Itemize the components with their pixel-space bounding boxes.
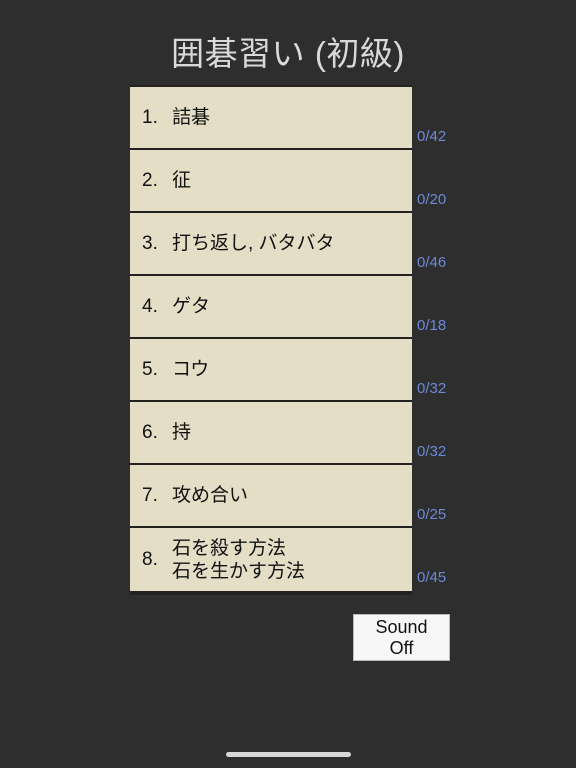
lesson-label: ゲタ	[172, 296, 211, 317]
lesson-number: 4.	[142, 296, 158, 317]
lesson-label: 持	[172, 422, 192, 443]
list-item[interactable]: 1. 詰碁 0/42	[130, 87, 446, 150]
lesson-number: 5.	[142, 359, 158, 380]
list-item[interactable]: 8. 石を殺す方法 石を生かす方法 0/45	[130, 528, 446, 591]
list-item[interactable]: 4. ゲタ 0/18	[130, 276, 446, 339]
list-item[interactable]: 7. 攻め合い 0/25	[130, 465, 446, 528]
lesson-label: 打ち返し, バタバタ	[172, 233, 335, 254]
lesson-progress-count: 0/32	[417, 443, 447, 460]
lesson-number: 2.	[142, 170, 158, 191]
lesson-number: 8.	[142, 549, 158, 570]
lesson-label: 攻め合い	[172, 485, 249, 506]
lesson-label: 石を殺す方法 石を生かす方法	[172, 537, 306, 582]
lesson-progress-count: 0/25	[417, 506, 447, 523]
list-item[interactable]: 3. 打ち返し, バタバタ 0/46	[130, 213, 446, 276]
lesson-progress-count: 0/46	[417, 254, 447, 271]
lesson-progress-count: 0/45	[417, 569, 447, 586]
lesson-label: 詰碁	[172, 107, 211, 128]
list-item[interactable]: 6. 持 0/32	[130, 402, 446, 465]
lesson-number: 1.	[142, 107, 158, 128]
lesson-progress-count: 0/42	[417, 128, 447, 145]
home-indicator	[226, 752, 351, 757]
lesson-label: コウ	[172, 359, 210, 380]
lesson-number: 6.	[142, 422, 158, 443]
lesson-number: 7.	[142, 485, 158, 506]
lesson-number: 3.	[142, 233, 158, 254]
lesson-label: 征	[172, 170, 192, 191]
list-item[interactable]: 5. コウ 0/32	[130, 339, 446, 402]
lesson-progress-count: 0/18	[417, 317, 447, 334]
list-item[interactable]: 2. 征 0/20	[130, 150, 446, 213]
lesson-progress-count: 0/32	[417, 380, 447, 397]
lesson-progress-count: 0/20	[417, 191, 447, 208]
page-title: 囲碁習い (初級)	[171, 35, 405, 72]
sound-toggle-button[interactable]: Sound Off	[353, 614, 450, 661]
lesson-list: 1. 詰碁 0/42 2. 征 0/20 3. 打ち返し, バタバタ 0/46 …	[130, 85, 446, 595]
